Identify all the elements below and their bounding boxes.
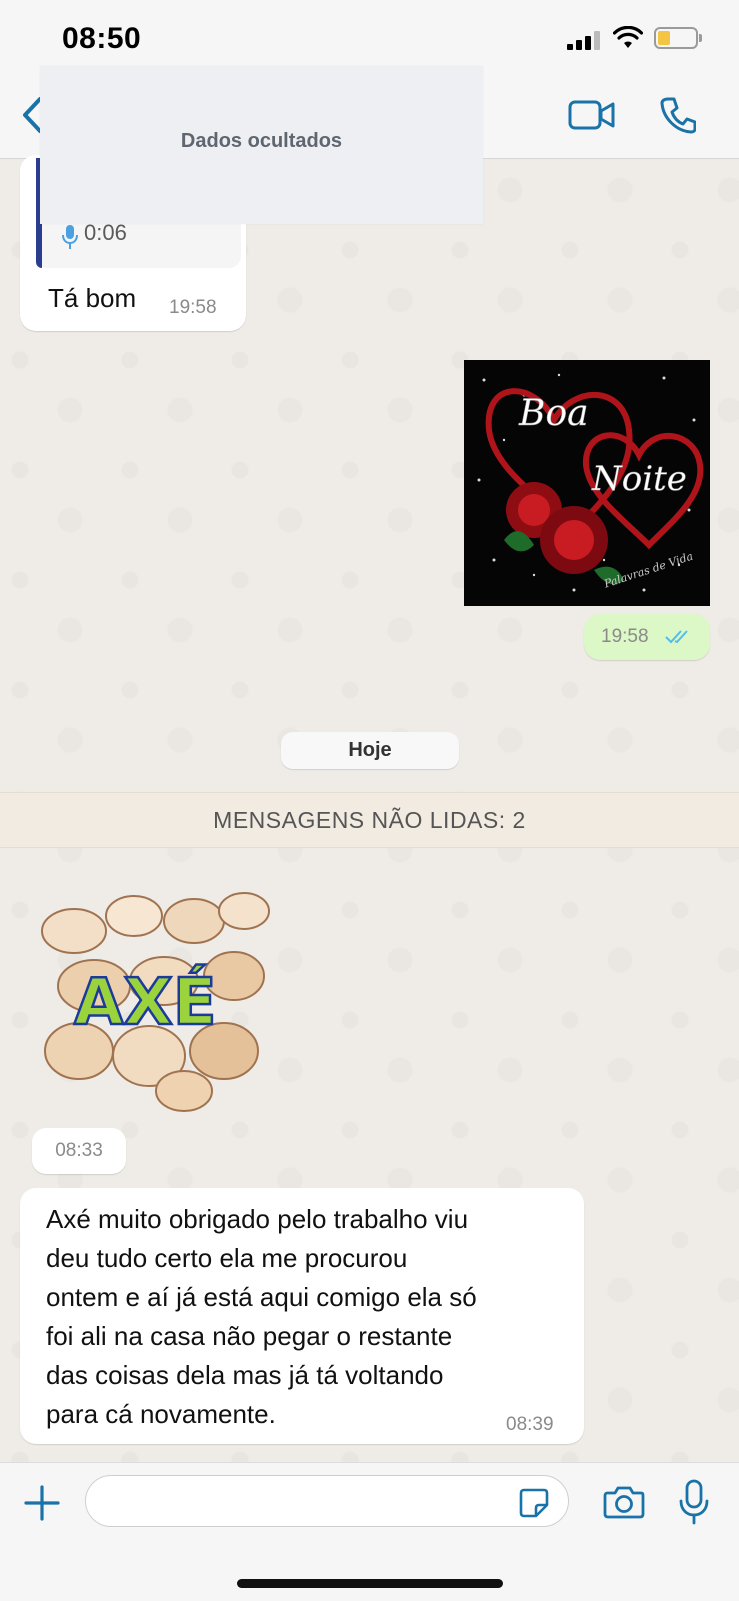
battery-icon [654, 27, 702, 49]
noite-text: Noite [591, 459, 687, 499]
composer-bar [0, 1462, 739, 1601]
microphone-icon [62, 225, 78, 249]
read-receipt-icon [665, 630, 688, 644]
phone-icon[interactable] [660, 96, 696, 134]
message-time: 19:58 [601, 626, 649, 647]
message-line: deu tudo certo ela me procurou [46, 1243, 408, 1273]
home-indicator [237, 1579, 503, 1588]
sticker-time-pill: 08:33 [32, 1128, 126, 1174]
boa-noite-artwork: Boa Noite Palavras de Vida [464, 360, 710, 606]
message-line: Axé muito obrigado pelo trabalho viu [46, 1204, 469, 1234]
message-text: Tá bom [48, 283, 137, 313]
message-text: Axé muito obrigado pelo trabalho viu deu… [46, 1200, 477, 1434]
message-time: 08:33 [55, 1140, 103, 1161]
cellular-signal-icon [567, 30, 603, 50]
axe-sticker[interactable]: AXÉ [34, 886, 274, 1116]
message-line: para cá novamente. [46, 1399, 276, 1429]
message-line: das coisas dela mas já tá voltando [46, 1360, 444, 1390]
message-input[interactable] [85, 1475, 569, 1527]
message-time: 08:39 [506, 1414, 554, 1435]
boa-noite-image[interactable]: Boa Noite Palavras de Vida [464, 360, 710, 606]
camera-icon[interactable] [603, 1485, 645, 1519]
message-line: foi ali na casa não pegar o restante [46, 1321, 453, 1351]
plus-icon[interactable] [24, 1485, 60, 1521]
boa-text: Boa [518, 393, 589, 434]
redacted-contact-overlay[interactable]: Dados ocultados [40, 66, 483, 224]
sticker-icon[interactable] [518, 1487, 550, 1519]
redacted-label: Dados ocultados [180, 130, 343, 152]
date-separator: Hoje [281, 732, 459, 769]
status-bar: 08:50 [0, 0, 739, 70]
unread-messages-banner: MENSAGENS NÃO LIDAS: 2 [0, 792, 739, 848]
wifi-icon [613, 26, 643, 48]
status-time: 08:50 [62, 22, 142, 55]
message-time: 19:58 [169, 297, 217, 318]
microphone-icon[interactable] [678, 1479, 710, 1525]
video-camera-icon[interactable] [568, 98, 616, 132]
axe-text: AXÉ [74, 964, 217, 1040]
message-line: ontem e aí já está aqui comigo ela só [46, 1282, 477, 1312]
shells-sticker-art: AXÉ [41, 892, 270, 1112]
